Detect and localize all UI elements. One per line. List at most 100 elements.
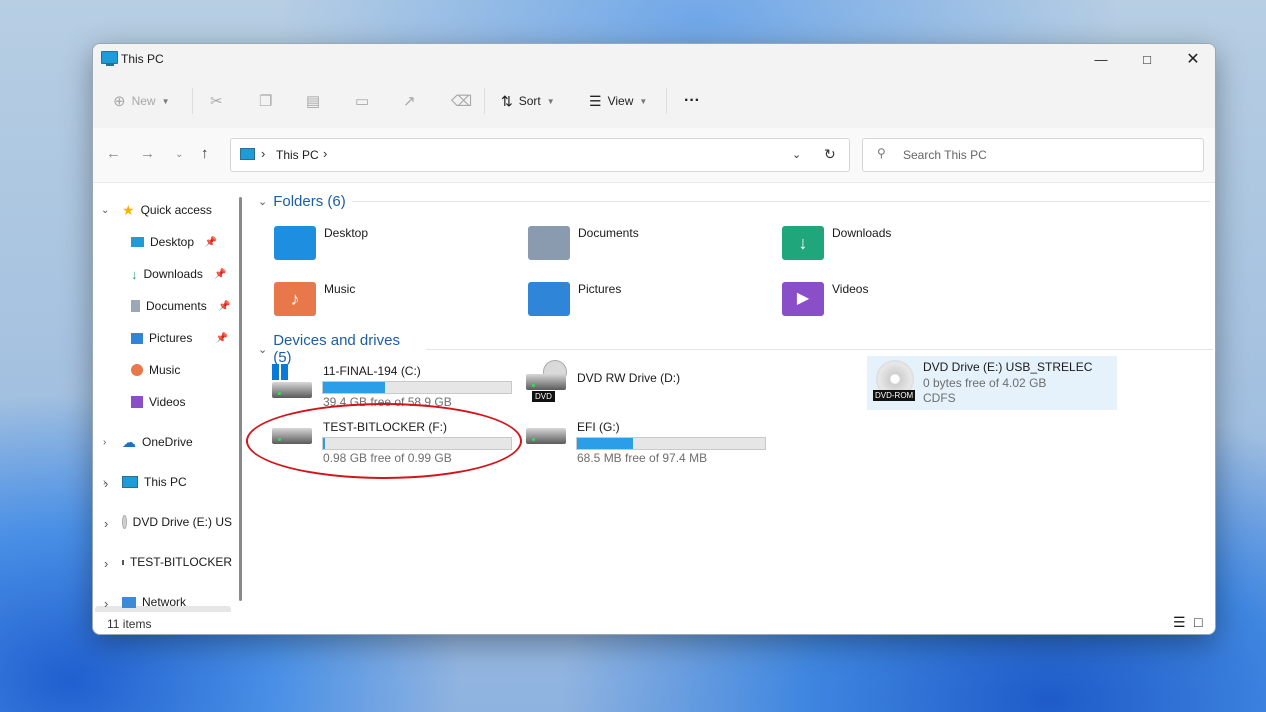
sort-icon: ⇅: [501, 92, 513, 109]
chevron-right-icon[interactable]: ›: [104, 556, 108, 571]
scissors-icon: ✂: [210, 93, 223, 110]
capacity-fill: [323, 382, 386, 393]
documents-folder-icon: [528, 226, 570, 260]
desktop-folder-icon: [274, 226, 316, 260]
dvd-rom-badge: DVD-ROM: [873, 390, 916, 401]
divider: [666, 88, 667, 114]
copy-button[interactable]: ❐: [259, 86, 272, 116]
status-bar: 11 items ☰ □: [93, 612, 1215, 634]
drive-d[interactable]: DVD DVD RW Drive (D:): [526, 360, 771, 410]
new-button[interactable]: ⊕ New ▼: [113, 86, 170, 116]
nav-item-documents[interactable]: Documents 📌: [131, 293, 231, 319]
folder-videos[interactable]: ▶ Videos: [782, 282, 868, 316]
dvd-badge: DVD: [532, 391, 555, 402]
navigation-pane: ⌄ ★ Quick access Desktop 📌 ↓ Downloads 📌…: [93, 183, 233, 632]
up-button[interactable]: ↑: [201, 145, 209, 162]
nav-onedrive[interactable]: › ☁ OneDrive: [103, 429, 193, 455]
tiles-view-icon[interactable]: □: [1194, 614, 1202, 630]
this-pc-icon: [240, 148, 255, 160]
rename-button[interactable]: ▭: [355, 86, 369, 116]
chevron-right-icon[interactable]: ›: [103, 437, 106, 448]
nav-item-pictures[interactable]: Pictures 📌: [131, 325, 228, 351]
trash-icon: ⌫: [451, 93, 473, 110]
chevron-right-icon[interactable]: ›: [323, 146, 327, 161]
recent-locations-button[interactable]: ⌄: [175, 149, 183, 160]
nav-quick-access[interactable]: ⌄ ★ Quick access: [101, 197, 212, 223]
maximize-button[interactable]: □: [1124, 44, 1170, 74]
document-icon: [131, 300, 140, 312]
video-icon: [131, 396, 143, 408]
folder-pictures[interactable]: Pictures: [528, 282, 621, 316]
music-icon: [131, 364, 143, 376]
close-button[interactable]: ✕: [1170, 44, 1215, 74]
folder-music[interactable]: ♪ Music: [274, 282, 355, 316]
search-box[interactable]: ⚲ Search This PC: [862, 138, 1204, 172]
address-bar[interactable]: › This PC › ⌄ ↻: [230, 138, 850, 172]
refresh-icon[interactable]: ↻: [824, 146, 836, 163]
sort-button[interactable]: ⇅ Sort ▼: [501, 86, 555, 116]
minimize-button[interactable]: —: [1078, 44, 1124, 74]
chevron-down-icon: ⌄: [258, 196, 268, 208]
chevron-down-icon: ▼: [161, 96, 170, 106]
hard-drive-icon: [526, 428, 566, 444]
item-count: 11 items: [107, 617, 152, 631]
drive-g[interactable]: EFI (G:) 68.5 MB free of 97.4 MB: [526, 416, 771, 466]
folder-desktop[interactable]: Desktop: [274, 226, 368, 260]
capacity-fill: [577, 438, 634, 449]
chevron-down-icon: ▼: [546, 96, 555, 106]
arrow-right-icon: →: [140, 145, 155, 162]
view-icon: ☰: [589, 92, 602, 109]
nav-this-pc[interactable]: › This PC: [103, 469, 187, 495]
chevron-right-icon[interactable]: ›: [104, 596, 108, 611]
pin-icon: 📌: [215, 332, 229, 344]
downloads-folder-icon: ↓: [782, 226, 824, 260]
drive-f[interactable]: TEST-BITLOCKER (F:) 0.98 GB free of 0.99…: [272, 416, 517, 466]
star-icon: ★: [122, 201, 135, 218]
nav-test-bitlocker[interactable]: TEST-BITLOCKER: [122, 549, 232, 575]
chevron-down-icon[interactable]: ⌄: [101, 205, 109, 216]
picture-icon: [131, 332, 143, 344]
chevron-right-icon[interactable]: ›: [104, 476, 108, 491]
chevron-right-icon[interactable]: ›: [104, 516, 108, 531]
nav-item-music[interactable]: Music: [131, 357, 180, 383]
pin-icon: 📌: [214, 268, 227, 280]
breadcrumb[interactable]: This PC: [276, 148, 319, 162]
nav-dvd-drive[interactable]: DVD Drive (E:) US: [122, 509, 232, 535]
drive-c[interactable]: 11-FINAL-194 (C:) 39.4 GB free of 58.9 G…: [272, 360, 517, 410]
back-button[interactable]: ←: [106, 145, 121, 162]
more-options-button[interactable]: ···: [684, 86, 700, 116]
rename-icon: ▭: [355, 93, 370, 110]
hard-drive-icon: [272, 428, 312, 444]
share-button[interactable]: ↗: [403, 86, 416, 116]
forward-button[interactable]: →: [140, 145, 155, 162]
this-pc-icon: [122, 476, 138, 488]
command-bar: ⊕ New ▼ ✂ ❐ ▤ ▭ ↗ ⌫ ⇅ Sort ▼ ☰ View ▼ ··…: [93, 74, 1215, 128]
divider: [484, 88, 485, 114]
chevron-down-icon: ⌄: [258, 343, 268, 356]
folder-downloads[interactable]: ↓ Downloads: [782, 226, 891, 260]
navigation-bar: ← → ⌄ ↑ › This PC › ⌄ ↻ ⚲ Search This PC: [93, 128, 1215, 183]
drive-icon: [122, 559, 124, 565]
network-icon: [122, 596, 136, 608]
paste-button[interactable]: ▤: [306, 86, 320, 116]
chevron-right-icon: ›: [261, 146, 266, 161]
drive-e[interactable]: DVD-ROM DVD Drive (E:) USB_STRELEC 0 byt…: [867, 356, 1117, 410]
cut-button[interactable]: ✂: [210, 86, 223, 116]
nav-item-downloads[interactable]: ↓ Downloads 📌: [131, 261, 227, 287]
folder-documents[interactable]: Documents: [528, 226, 639, 260]
nav-item-desktop[interactable]: Desktop 📌: [131, 229, 217, 255]
delete-button[interactable]: ⌫: [451, 86, 472, 116]
details-view-icon[interactable]: ☰: [1173, 614, 1186, 631]
cloud-icon: ☁: [122, 433, 136, 450]
nav-item-videos[interactable]: Videos: [131, 389, 185, 415]
chevron-down-icon: ▼: [639, 96, 648, 106]
chevron-down-icon[interactable]: ⌄: [792, 148, 801, 161]
nav-scrollbar[interactable]: [239, 197, 242, 601]
window-title: This PC: [121, 52, 164, 66]
download-icon: ↓: [131, 266, 138, 282]
folders-group-header[interactable]: ⌄ Folders (6): [258, 193, 1210, 210]
dvd-drive-icon: [526, 374, 566, 390]
view-button[interactable]: ☰ View ▼: [589, 86, 647, 116]
search-input[interactable]: Search This PC: [903, 148, 987, 162]
capacity-fill: [323, 438, 325, 449]
